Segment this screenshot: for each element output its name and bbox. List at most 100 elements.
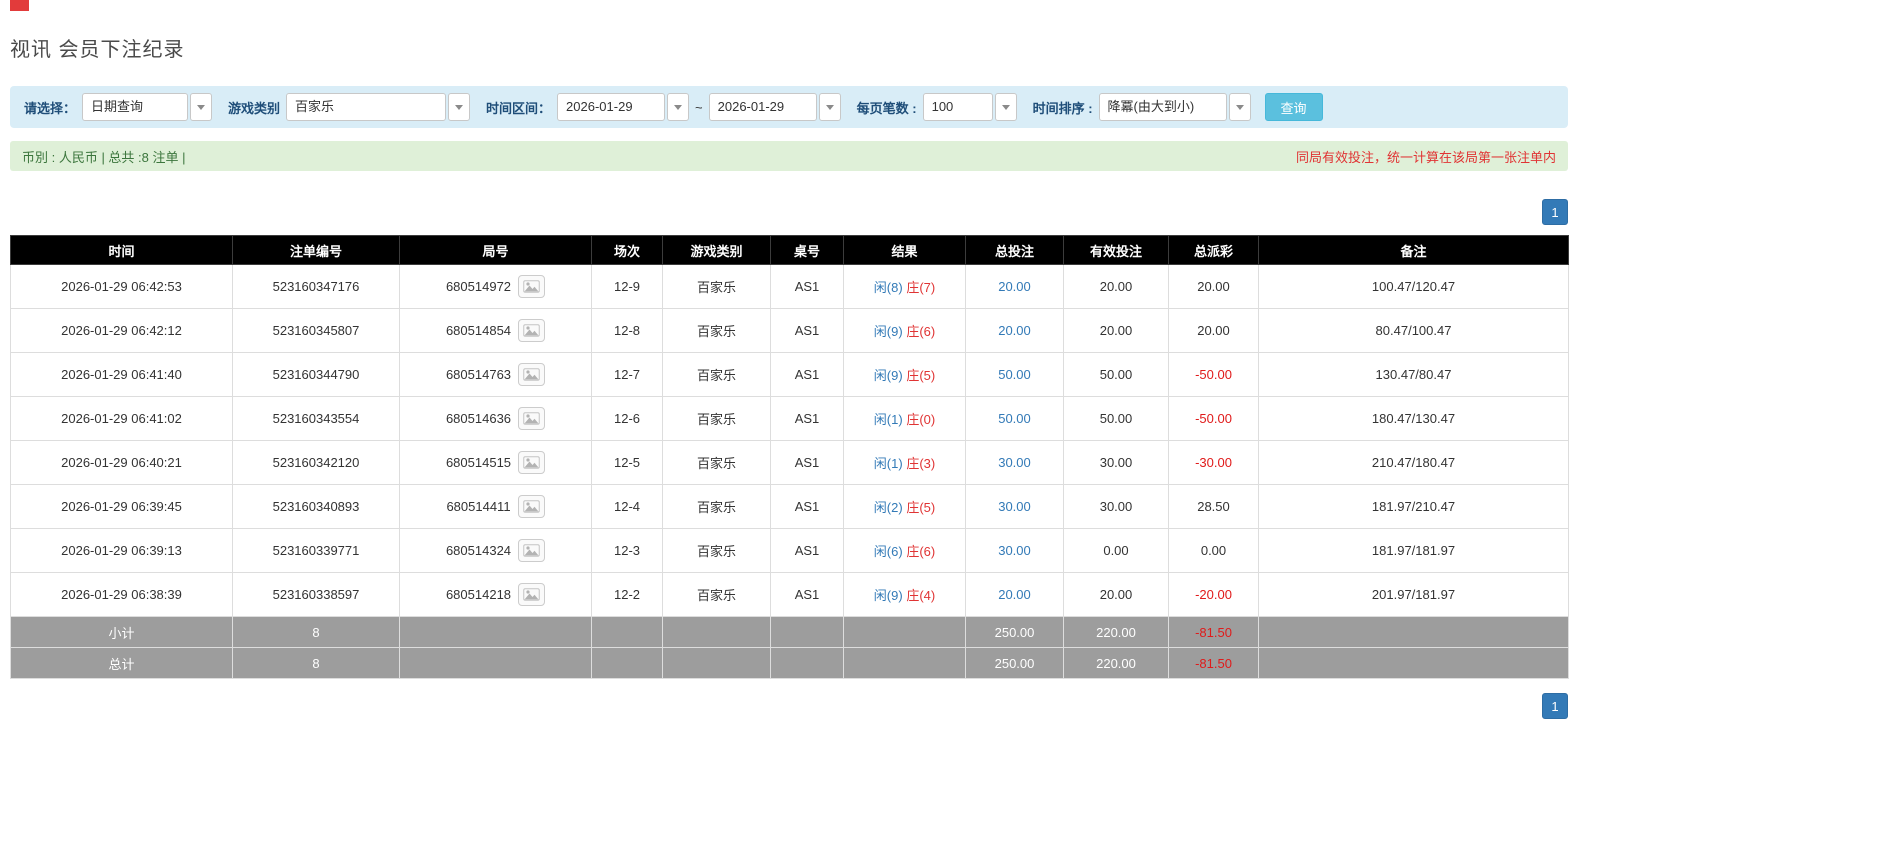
round-number: 680514515 [445, 455, 512, 470]
total-bet-cell: 30.00 [965, 528, 1064, 573]
game-type-combo[interactable]: 百家乐 [286, 93, 471, 121]
bet-id-cell: 523160339771 [232, 528, 400, 573]
table-row: 2026-01-29 06:38:39 523160338597 680514218… [10, 572, 1569, 617]
time-cell: 2026-01-29 06:40:21 [10, 440, 233, 485]
payout-cell: 28.50 [1168, 484, 1259, 529]
time-cell: 2026-01-29 06:41:40 [10, 352, 233, 397]
round-image-icon[interactable] [518, 319, 546, 342]
payout-cell: 20.00 [1168, 264, 1259, 309]
table-head: 时间 注单编号 局号 场次 游戏类别 桌号 结果 总投注 有效投注 总派彩 备注 [10, 235, 1569, 265]
round-image-icon[interactable] [518, 583, 546, 606]
page-button-1[interactable]: 1 [1542, 199, 1568, 225]
time-cell: 2026-01-29 06:41:02 [10, 396, 233, 441]
column-header-payout: 总派彩 [1168, 235, 1259, 265]
valid-bet-cell: 20.00 [1063, 572, 1169, 617]
round-cell: 680514515 [399, 440, 592, 485]
table-no-cell: AS1 [770, 572, 844, 617]
sort-order-value[interactable]: 降冪(由大到小) [1098, 93, 1227, 121]
subtotal-valid-bet: 220.00 [1063, 616, 1169, 648]
sort-order-label: 时间排序 : [1032, 100, 1093, 116]
game-type-cell: 百家乐 [662, 572, 771, 617]
total-bet-link[interactable]: 50.00 [998, 411, 1031, 426]
total-bet-link[interactable]: 30.00 [998, 499, 1031, 514]
game-type-cell: 百家乐 [662, 484, 771, 529]
player-result: 闲(6) [873, 544, 903, 559]
table-no-cell: AS1 [770, 528, 844, 573]
empty-cell [591, 647, 663, 679]
time-cell: 2026-01-29 06:39:13 [10, 528, 233, 573]
round-number: 680514636 [445, 411, 512, 426]
round-image-icon[interactable] [518, 407, 546, 430]
total-bet-cell: 20.00 [965, 264, 1064, 309]
game-type-value[interactable]: 百家乐 [286, 93, 447, 121]
empty-cell [1258, 647, 1569, 679]
valid-bet-cell: 50.00 [1063, 396, 1169, 441]
game-type-label: 游戏类别 [228, 100, 281, 116]
total-bet-link[interactable]: 30.00 [998, 455, 1031, 470]
bet-id-cell: 523160347176 [232, 264, 400, 309]
total-bet-link[interactable]: 20.00 [998, 587, 1031, 602]
valid-bet-cell: 20.00 [1063, 308, 1169, 353]
round-image-icon[interactable] [517, 495, 545, 518]
banker-result: 庄(0) [906, 412, 936, 427]
total-bet-link[interactable]: 50.00 [998, 367, 1031, 382]
date-to-combo[interactable]: 2026-01-29 [708, 93, 841, 121]
result-cell: 闲(2) 庄(5) [843, 484, 966, 529]
valid-bet-cell: 0.00 [1063, 528, 1169, 573]
column-header-bet-id: 注单编号 [232, 235, 400, 265]
search-button[interactable]: 查询 [1264, 93, 1323, 121]
empty-cell [770, 616, 844, 648]
table-no-cell: AS1 [770, 308, 844, 353]
chevron-down-icon[interactable] [667, 93, 690, 121]
column-header-remark: 备注 [1258, 235, 1569, 265]
result-cell: 闲(1) 庄(3) [843, 440, 966, 485]
chevron-down-icon[interactable] [818, 93, 841, 121]
chevron-down-icon[interactable] [190, 93, 213, 121]
date-from-value[interactable]: 2026-01-29 [557, 93, 666, 121]
round-image-icon[interactable] [518, 451, 546, 474]
round-image-icon[interactable] [518, 363, 546, 386]
round-image-icon[interactable] [518, 275, 546, 298]
chevron-down-icon[interactable] [448, 93, 471, 121]
subtotal-count: 8 [232, 616, 400, 648]
payout-cell: -50.00 [1168, 352, 1259, 397]
table-row: 2026-01-29 06:39:45 523160340893 680514411… [10, 484, 1569, 529]
sort-order-combo[interactable]: 降冪(由大到小) [1098, 93, 1251, 121]
total-bet-cell: 50.00 [965, 352, 1064, 397]
game-type-cell: 百家乐 [662, 352, 771, 397]
total-row: 总计 8 250.00 220.00 -81.50 [10, 647, 1569, 679]
table-body: 2026-01-29 06:42:53 523160347176 680514972… [10, 264, 1569, 617]
round-cell: 680514972 [399, 264, 592, 309]
round-cell: 680514763 [399, 352, 592, 397]
select-type-value[interactable]: 日期查询 [82, 93, 189, 121]
total-bet-cell: 30.00 [965, 440, 1064, 485]
table-row: 2026-01-29 06:42:53 523160347176 680514972… [10, 264, 1569, 309]
total-bet-link[interactable]: 20.00 [998, 323, 1031, 338]
page-content: 视讯 会员下注纪录 请选择： 日期查询 游戏类别 百家乐 时间区间： 2026-… [10, 0, 1569, 759]
date-to-value[interactable]: 2026-01-29 [708, 93, 817, 121]
round-image-icon[interactable] [518, 539, 546, 562]
remark-cell: 100.47/120.47 [1258, 264, 1569, 309]
total-bet-link[interactable]: 20.00 [998, 279, 1031, 294]
select-type-label: 请选择： [24, 100, 77, 116]
page-button-1[interactable]: 1 [1542, 693, 1568, 719]
session-cell: 12-3 [591, 528, 663, 573]
column-header-table-no: 桌号 [770, 235, 844, 265]
chevron-down-icon[interactable] [994, 93, 1017, 121]
table-no-cell: AS1 [770, 440, 844, 485]
session-cell: 12-9 [591, 264, 663, 309]
game-type-cell: 百家乐 [662, 308, 771, 353]
total-bet-link[interactable]: 30.00 [998, 543, 1031, 558]
select-type-combo[interactable]: 日期查询 [82, 93, 213, 121]
remark-cell: 181.97/181.97 [1258, 528, 1569, 573]
bet-id-cell: 523160343554 [232, 396, 400, 441]
chevron-down-icon[interactable] [1228, 93, 1251, 121]
date-from-combo[interactable]: 2026-01-29 [557, 93, 690, 121]
subtotal-total-bet: 250.00 [965, 616, 1064, 648]
page-size-combo[interactable]: 100 [922, 93, 1017, 121]
pagination-bottom: 1 [10, 693, 1568, 719]
table-row: 2026-01-29 06:40:21 523160342120 680514515… [10, 440, 1569, 485]
result-cell: 闲(1) 庄(0) [843, 396, 966, 441]
page-size-value[interactable]: 100 [922, 93, 993, 121]
payout-cell: 20.00 [1168, 308, 1259, 353]
